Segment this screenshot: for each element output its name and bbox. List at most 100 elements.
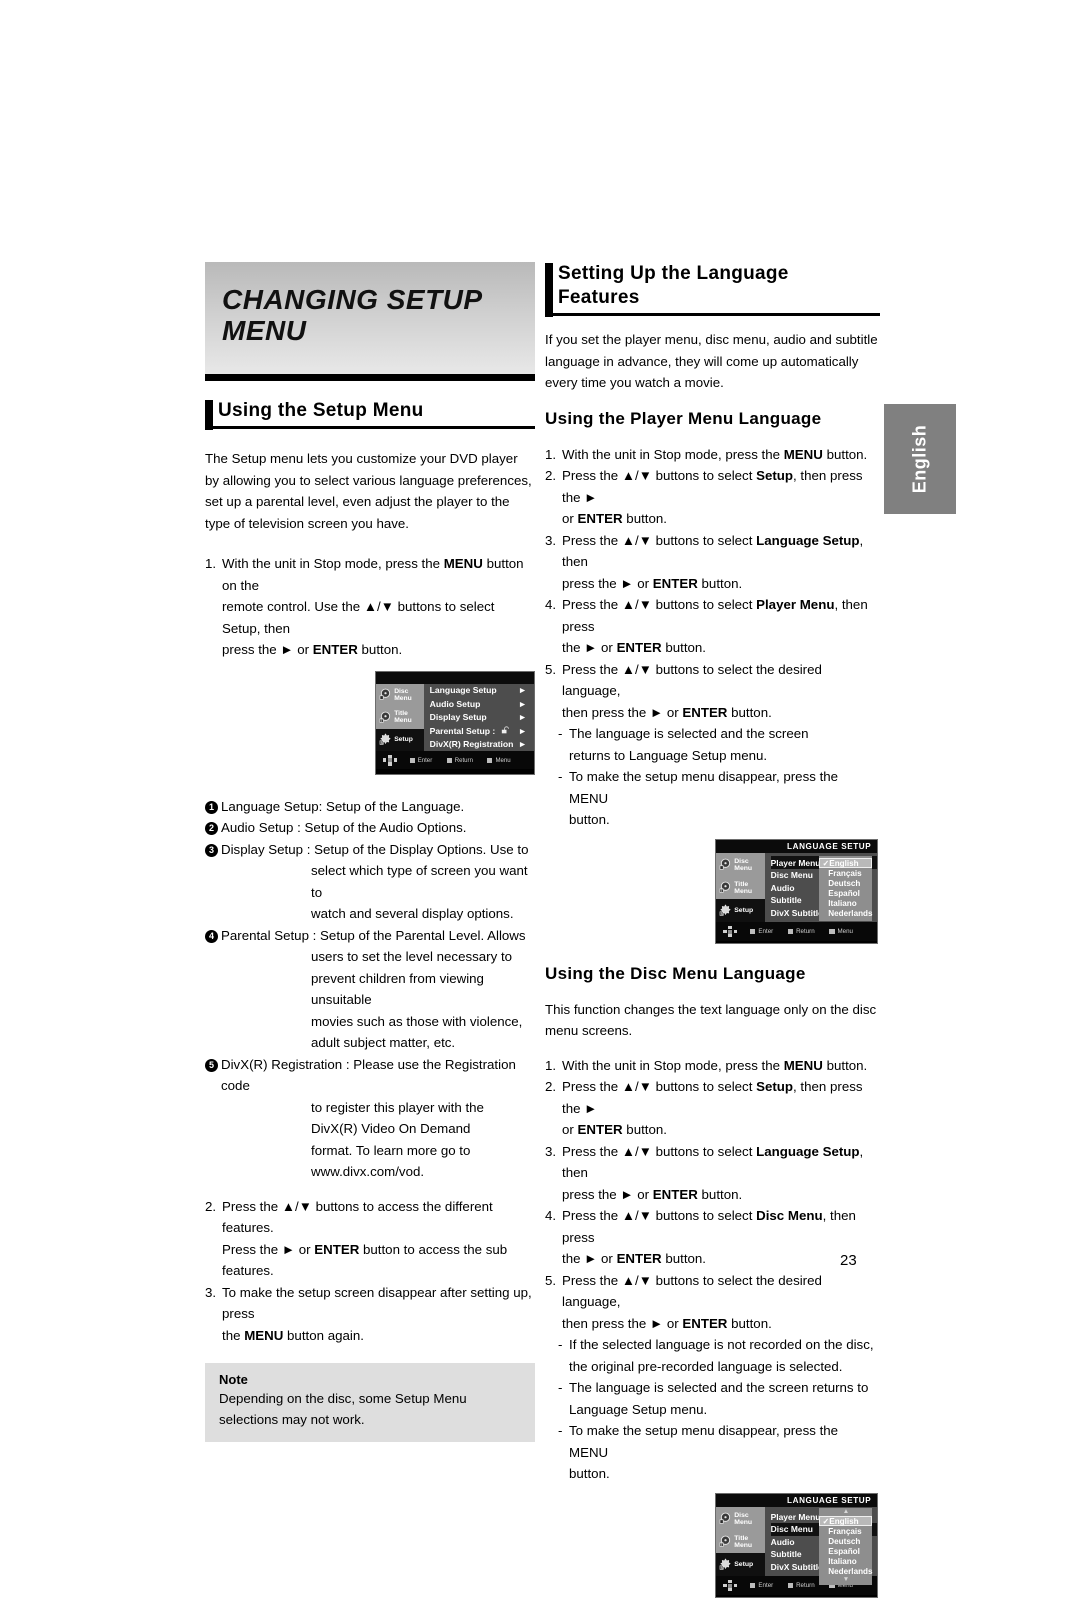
osd-title-bar: LANGUAGE SETUP — [716, 839, 877, 854]
disc-menu-s5c0-t-0: then press the ► or — [562, 1315, 683, 1331]
osd-bottom-label: Return — [454, 756, 473, 764]
svg-text:T: T — [721, 1543, 723, 1547]
subheading-player-menu-text: Using the Player Menu Language — [545, 408, 822, 428]
osd-bottom-label: Menu — [837, 928, 853, 936]
title-menu-icon: T — [719, 1535, 732, 1548]
definition-item: 2 Audio Setup : Setup of the Audio Option… — [205, 817, 535, 839]
osd-sidebar-label: Setup — [734, 1561, 754, 1569]
dpad-icon — [723, 1580, 738, 1592]
language-option-français[interactable]: Français — [819, 868, 872, 878]
scroll-up-icon[interactable]: ▲ — [819, 1509, 872, 1516]
definition-term: Display Setup : Setup of the Display Opt… — [221, 841, 529, 857]
disc-menu-s2c0-kw-1: ENTER — [577, 1122, 623, 1137]
osd-sidebar-item-setup[interactable]: S Setup — [376, 728, 424, 751]
osd-language-setup-player-menu[interactable]: LANGUAGE SETUP Disc Menu T Title Menu S Setup… — [715, 838, 878, 944]
left-step-2: 2. Press the ▲/▼ buttons to access the d… — [205, 1196, 535, 1282]
osd-sidebar-label: Setup — [734, 907, 754, 915]
step1-menu-keyword: MENU — [443, 556, 483, 571]
disc-menu-step-5-cont-0: then press the ► or ENTER button. — [562, 1313, 880, 1335]
osd-sidebar-item-title-menu[interactable]: T Title Menu — [716, 1530, 765, 1554]
dpad-icon — [723, 926, 738, 938]
setup-icon: S — [719, 904, 732, 917]
disc-menu-s2c0-t-0: or — [562, 1122, 578, 1137]
circled-number-1-icon: 1 — [205, 800, 218, 814]
osd-setup-menu[interactable]: Disc Menu T Title Menu S Setup Language Setup… — [375, 670, 535, 775]
osd-button-glyph-icon — [487, 757, 493, 763]
language-option-english[interactable]: ✓ English — [819, 1516, 873, 1527]
osd-bottom-item-enter[interactable]: Enter — [409, 757, 432, 764]
player-menu-s3c0-t-2: button. — [697, 575, 743, 591]
osd-menu-row-display-setup[interactable]: Display Setup ► — [430, 711, 534, 725]
osd-bottom-label: Return — [796, 1582, 815, 1590]
osd-sidebar-item-setup[interactable]: S Setup — [716, 899, 765, 923]
player-menu-s2c0-kw-1: ENTER — [577, 511, 623, 526]
definition-continuation: to register this player with the — [311, 1099, 484, 1115]
player-menu-s4-kw-1: Player Menu — [756, 597, 835, 612]
osd-menu-list: Language Setup ► Audio Setup ► Display Setup… — [424, 683, 534, 752]
osd-language-setup-disc-menu[interactable]: LANGUAGE SETUP Disc Menu T Title Menu S Setup… — [715, 1492, 878, 1598]
language-option-nederlands[interactable]: Nederlands — [819, 909, 872, 919]
osd-sidebar-item-setup[interactable]: S Setup — [716, 1553, 765, 1577]
osd-sidebar-item-title-menu[interactable]: T Title Menu — [376, 706, 424, 729]
subheading-disc-menu-language: Using the Disc Menu Language — [545, 962, 880, 986]
osd-menu-row-audio-setup[interactable]: Audio Setup ► — [430, 697, 534, 711]
osd-bottom-label: Menu — [495, 756, 511, 764]
disc-menu-intro: This function changes the text language … — [545, 1001, 877, 1039]
step1-line3-a: press the ► or — [222, 642, 313, 657]
definition-continuation: adult subject matter, etc. — [311, 1035, 456, 1050]
step2-line2-a: Press the ► or — [222, 1241, 315, 1257]
osd-bottom-item-enter[interactable]: Enter — [750, 1582, 773, 1589]
language-option-label: Deutsch — [828, 879, 861, 889]
language-option-deutsch[interactable]: Deutsch — [819, 1536, 872, 1546]
language-option-label: Deutsch — [828, 1536, 861, 1546]
osd-sidebar-item-disc-menu[interactable]: Disc Menu — [716, 1507, 765, 1531]
language-option-italiano[interactable]: Italiano — [819, 1557, 872, 1567]
step3-line1: To make the setup screen disappear after… — [222, 1284, 532, 1322]
definition-number-icon: 3 — [205, 839, 221, 861]
osd-sidebar-item-title-menu[interactable]: T Title Menu — [716, 876, 765, 900]
osd-bottom-item-enter[interactable]: Enter — [750, 928, 773, 935]
language-option-label: Français — [828, 868, 862, 878]
svg-text:T: T — [381, 719, 383, 723]
osd-sidebar-item-disc-menu[interactable]: Disc Menu — [716, 853, 765, 877]
osd-bottom-item-return[interactable]: Return — [446, 756, 473, 764]
osd-menu-row-parental-setup[interactable]: Parental Setup : ► — [430, 724, 534, 738]
section-heading-setting-up-language: Setting Up the Language Features — [545, 262, 880, 317]
player-menu-step-5-number: 5. — [545, 661, 557, 677]
definition-term: DivX(R) Registration : Please use the Re… — [221, 1056, 516, 1094]
definition-term: Language Setup: Setup of the Language. — [221, 798, 465, 814]
osd-menu-row-language-setup[interactable]: Language Setup ► — [430, 684, 534, 698]
definition-number-icon: 1 — [205, 796, 221, 818]
player-menu-s4-t-0: Press the ▲/▼ buttons to select — [562, 597, 757, 612]
language-option-list[interactable]: ▲ ✓ English Français Deutsch Español Italiano N… — [819, 1508, 873, 1585]
osd-bottom-label: Return — [796, 928, 815, 936]
disc-menu-step-5: 5. Press the ▲/▼ buttons to select the de… — [545, 1270, 880, 1335]
osd-bottom-item-menu[interactable]: Menu — [487, 756, 511, 764]
scroll-down-icon[interactable]: ▼ — [819, 1576, 872, 1584]
osd-main: Disc Menu T Title Menu S Setup Player Menu Dis… — [716, 853, 877, 923]
disc-menu-step-3-number: 3. — [545, 1143, 557, 1159]
osd-language-disc-wrapper: LANGUAGE SETUP Disc Menu T Title Menu S Setup… — [545, 1485, 880, 1603]
step1-line2: remote control. Use the ▲/▼ buttons to s… — [222, 599, 495, 636]
lock-open-icon — [501, 726, 512, 736]
osd-sidebar-item-disc-menu[interactable]: Disc Menu — [376, 683, 424, 706]
language-option-nederlands[interactable]: Nederlands — [819, 1567, 872, 1577]
osd-button-glyph-icon — [750, 1583, 756, 1589]
language-option-deutsch[interactable]: Deutsch — [819, 879, 872, 889]
osd-menu-row-divx-r-registration[interactable]: DivX(R) Registration ► — [430, 738, 534, 752]
left-step-1-number: 1. — [205, 556, 217, 571]
player-menu-step-1: 1. With the unit in Stop mode, press the … — [545, 444, 880, 466]
left-step-1-text: With the unit in Stop mode, press the ME… — [222, 553, 535, 661]
language-option-español[interactable]: Español — [819, 1546, 872, 1556]
disc-menu-s4c0-t-0: the ► or — [562, 1251, 617, 1266]
osd-bottom-item-menu[interactable]: Menu — [829, 928, 853, 935]
language-option-italiano[interactable]: Italiano — [819, 899, 872, 909]
language-option-english[interactable]: ✓ English — [819, 858, 873, 869]
osd-menu-row-label: Parental Setup : — [429, 725, 496, 736]
disc-menu-step-3: 3. Press the ▲/▼ buttons to select Langua… — [545, 1141, 880, 1206]
osd-bottom-item-return[interactable]: Return — [787, 1582, 815, 1590]
section-heading-text: Using the Setup Menu — [218, 400, 424, 421]
language-option-list[interactable]: ✓ English Français Deutsch Español Italiano Ne… — [819, 856, 873, 921]
osd-bottom-item-return[interactable]: Return — [787, 928, 815, 936]
language-option-español[interactable]: Español — [819, 889, 872, 899]
